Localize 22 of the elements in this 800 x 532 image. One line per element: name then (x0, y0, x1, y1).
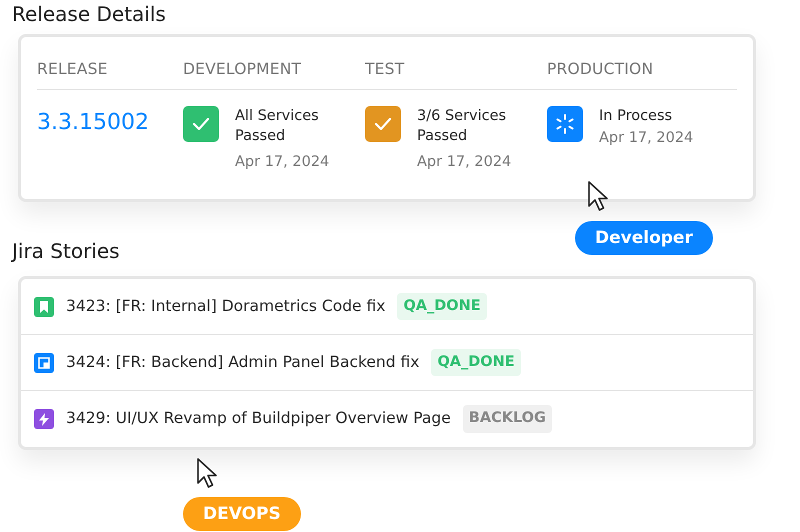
column-header: PRODUCTION (547, 60, 654, 78)
status-tag: BACKLOG (462, 405, 552, 433)
cursor-icon (196, 457, 218, 491)
column-header: TEST (365, 60, 404, 78)
status-date: Apr 17, 2024 (599, 129, 694, 148)
status-text: All Services Passed (235, 107, 320, 146)
section-title: Release Details (12, 2, 167, 26)
status-tag: QA_DONE (397, 292, 487, 320)
status-text: In Process (599, 107, 674, 126)
column-header: RELEASE (37, 60, 108, 78)
section-title: Jira Stories (12, 239, 121, 263)
status-tag: QA_DONE (431, 348, 521, 376)
status-date: Apr 17, 2024 (235, 153, 330, 172)
role-label: Developer (575, 221, 713, 255)
status-text: 3/6 Services Passed (417, 107, 508, 146)
role-label: DEVOPS (183, 497, 301, 531)
story-title: 3423: [FR: Internal] Dorametrics Code fix (66, 296, 386, 317)
status-date: Apr 17, 2024 (417, 153, 512, 172)
story-title: 3429: UI/UX Revamp of Buildpiper Overview Page (66, 408, 451, 430)
column-header: DEVELOPMENT (183, 60, 302, 78)
story-title: 3424: [FR: Backend] Admin Panel Backend fix (66, 352, 420, 373)
release-version-link[interactable]: 3.3.15002 (37, 110, 149, 136)
